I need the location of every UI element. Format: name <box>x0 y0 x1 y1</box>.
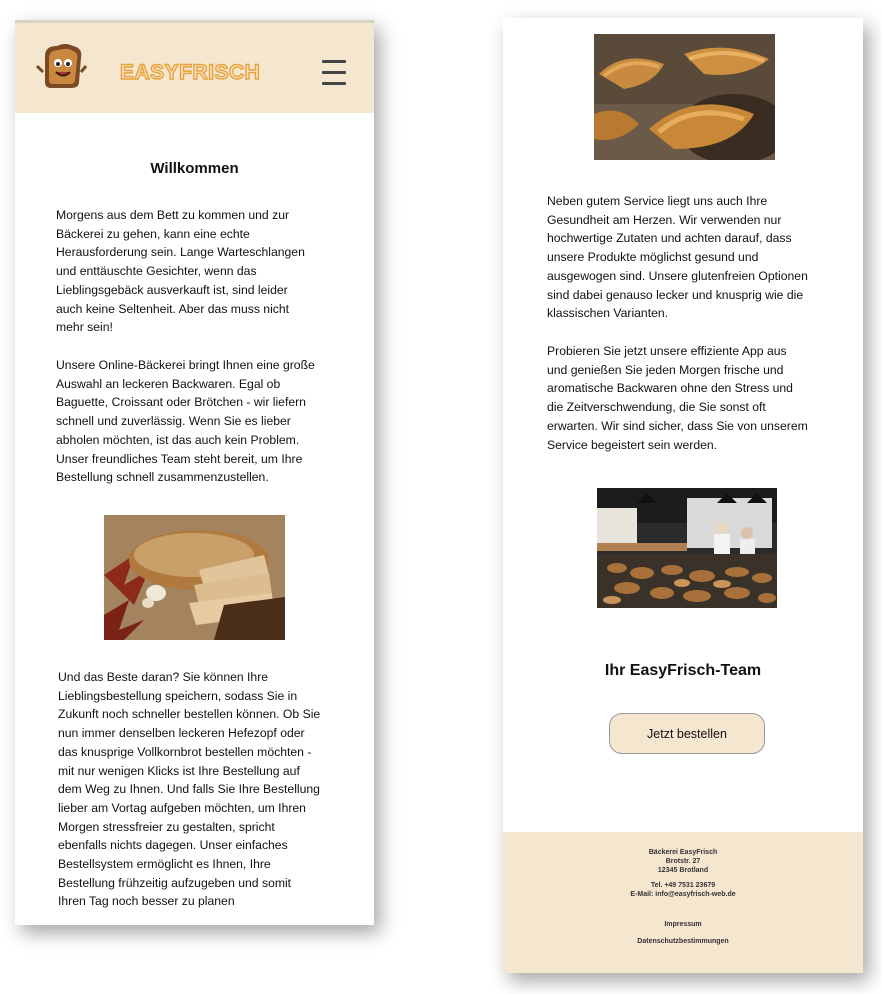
text-line: die Zeitverschwendung, die Sie sonst oft <box>547 400 766 415</box>
text-line: mit nur wenigen Klicks ist Ihre Bestellu… <box>58 763 300 778</box>
service-paragraph: Unsere Online-Bäckerei bringt Ihnen eine… <box>56 356 315 487</box>
text-line: schnell und zuverlässig. Wenn Sie es lie… <box>56 414 291 429</box>
text-line: Bestellung frühzeitig aufzugeben und som… <box>58 875 292 890</box>
text-line: Unsere Online-Bäckerei bringt Ihnen eine… <box>56 358 315 372</box>
intro-paragraph: Morgens aus dem Bett zu kommen und zur Bä… <box>56 206 305 337</box>
text-line: und genießen Sie jeden Morgen frische un… <box>547 362 784 377</box>
footer-phone[interactable]: Tel. +49 7531 23679 <box>503 881 863 890</box>
text-line: Gesundheit am Herzen. Wir verwenden nur <box>547 212 782 227</box>
text-line: Service begeistert sein werden. <box>547 437 718 452</box>
text-line: Morgen stressfreier zu gestalten, sprich… <box>58 819 275 834</box>
order-now-button[interactable]: Jetzt bestellen <box>609 713 765 754</box>
text-line: Lieblingsbestellung speichern, sodass Si… <box>58 688 298 703</box>
team-signature: Ihr EasyFrisch-Team <box>604 662 762 679</box>
text-line: Neben gutem Service liegt uns auch Ihre <box>547 194 768 208</box>
health-paragraph: Neben gutem Service liegt uns auch Ihre G… <box>547 192 808 323</box>
hamburger-menu-icon[interactable] <box>322 60 346 86</box>
text-line: Bäckerei zu gehen, kann eine echte <box>56 226 250 241</box>
phone-screen-right: Neben gutem Service liegt uns auch Ihre G… <box>503 18 863 973</box>
text-line: ebenfalls nichts dagegen. Unser einfache… <box>58 838 288 853</box>
text-line: Morgens aus dem Bett zu kommen und zur <box>56 208 290 222</box>
app-paragraph: Probieren Sie jetzt unsere effiziente Ap… <box>547 342 808 454</box>
footer-company: Bäckerei EasyFrisch <box>648 849 718 856</box>
text-line: mehr sein! <box>56 320 113 335</box>
bakery-counter-image <box>597 488 777 608</box>
text-line: nun immer denselben leckeren Hefezopf od… <box>58 726 305 741</box>
text-line: klassischen Varianten. <box>547 306 669 321</box>
text-line: und enttäuschte Gesichter, wenn das <box>56 264 257 279</box>
welcome-title: Willkommen <box>150 160 239 177</box>
text-line: Bestellsystem ermöglicht es Ihnen, Ihre <box>58 857 271 872</box>
text-line: lieber am Vortag aufgeben möchten, um Ih… <box>58 800 306 815</box>
text-line: auch keine Seltenheit. Aber das muss nic… <box>56 301 290 316</box>
text-line: sind dabei genauso lecker und knusprig w… <box>547 287 804 302</box>
footer-street: Brotstr. 27 <box>665 858 701 865</box>
text-line: Bestellung schnell zusammenzustellen. <box>56 470 269 485</box>
text-line: hochwertige Zutaten und achten darauf, d… <box>547 231 792 246</box>
text-line: abholen möchten, ist das auch kein Probl… <box>56 432 300 447</box>
impressum-link[interactable]: Impressum <box>503 921 863 928</box>
page-footer: Bäckerei EasyFrisch Brotstr. 27 12345 Br… <box>503 832 863 973</box>
text-line: Und das Beste daran? Sie können Ihre <box>58 670 269 684</box>
brand-name[interactable]: EASYFRISCH <box>119 60 260 85</box>
text-line: Ihren Tag noch besser zu planen <box>58 894 235 909</box>
text-line: Probieren Sie jetzt unsere effiziente Ap… <box>547 344 787 358</box>
footer-email[interactable]: E-Mail: info@easyfrisch-web.de <box>503 890 863 899</box>
toast-mascot-icon[interactable] <box>35 42 87 94</box>
bread-image <box>104 515 285 640</box>
text-line: erwarten. Wir sind sicher, dass Sie von … <box>547 418 808 433</box>
text-line: ausgewogen sind. Unsere glutenfreien Opt… <box>547 268 808 283</box>
croissant-image <box>594 34 775 160</box>
text-line: Zukunft noch schneller bestellen können.… <box>58 707 321 722</box>
text-line: Lieblingsgebäck ausverkauft ist, sind le… <box>56 282 288 297</box>
privacy-link[interactable]: Datenschutzbestimmungen <box>503 938 863 945</box>
text-line: aromatische Backwaren ohne den Stress un… <box>547 381 793 396</box>
text-line: das knusprige Vollkornbrot bestellen möc… <box>58 744 312 759</box>
text-line: dem Weg zu Ihnen. Und falls Sie Ihre Bes… <box>58 782 320 797</box>
order-paragraph: Und das Beste daran? Sie können Ihre Lieb… <box>58 668 320 911</box>
text-line: Herausforderung sein. Lange Warteschlang… <box>56 245 305 260</box>
text-line: Baguette, Croissant oder Brötchen - wir … <box>56 395 306 410</box>
text-line: unsere Produkte möglichst gesund und <box>547 250 759 265</box>
text-line: Unser freundliches Team steht bereit, um… <box>56 451 303 466</box>
app-header: EASYFRISCH <box>15 20 374 113</box>
text-line: Auswahl an leckeren Backwaren. Egal ob <box>56 376 281 391</box>
phone-screen-left: EASYFRISCH Willkommen Morgens aus dem Be… <box>15 20 374 925</box>
footer-city: 12345 Brotland <box>657 867 709 874</box>
